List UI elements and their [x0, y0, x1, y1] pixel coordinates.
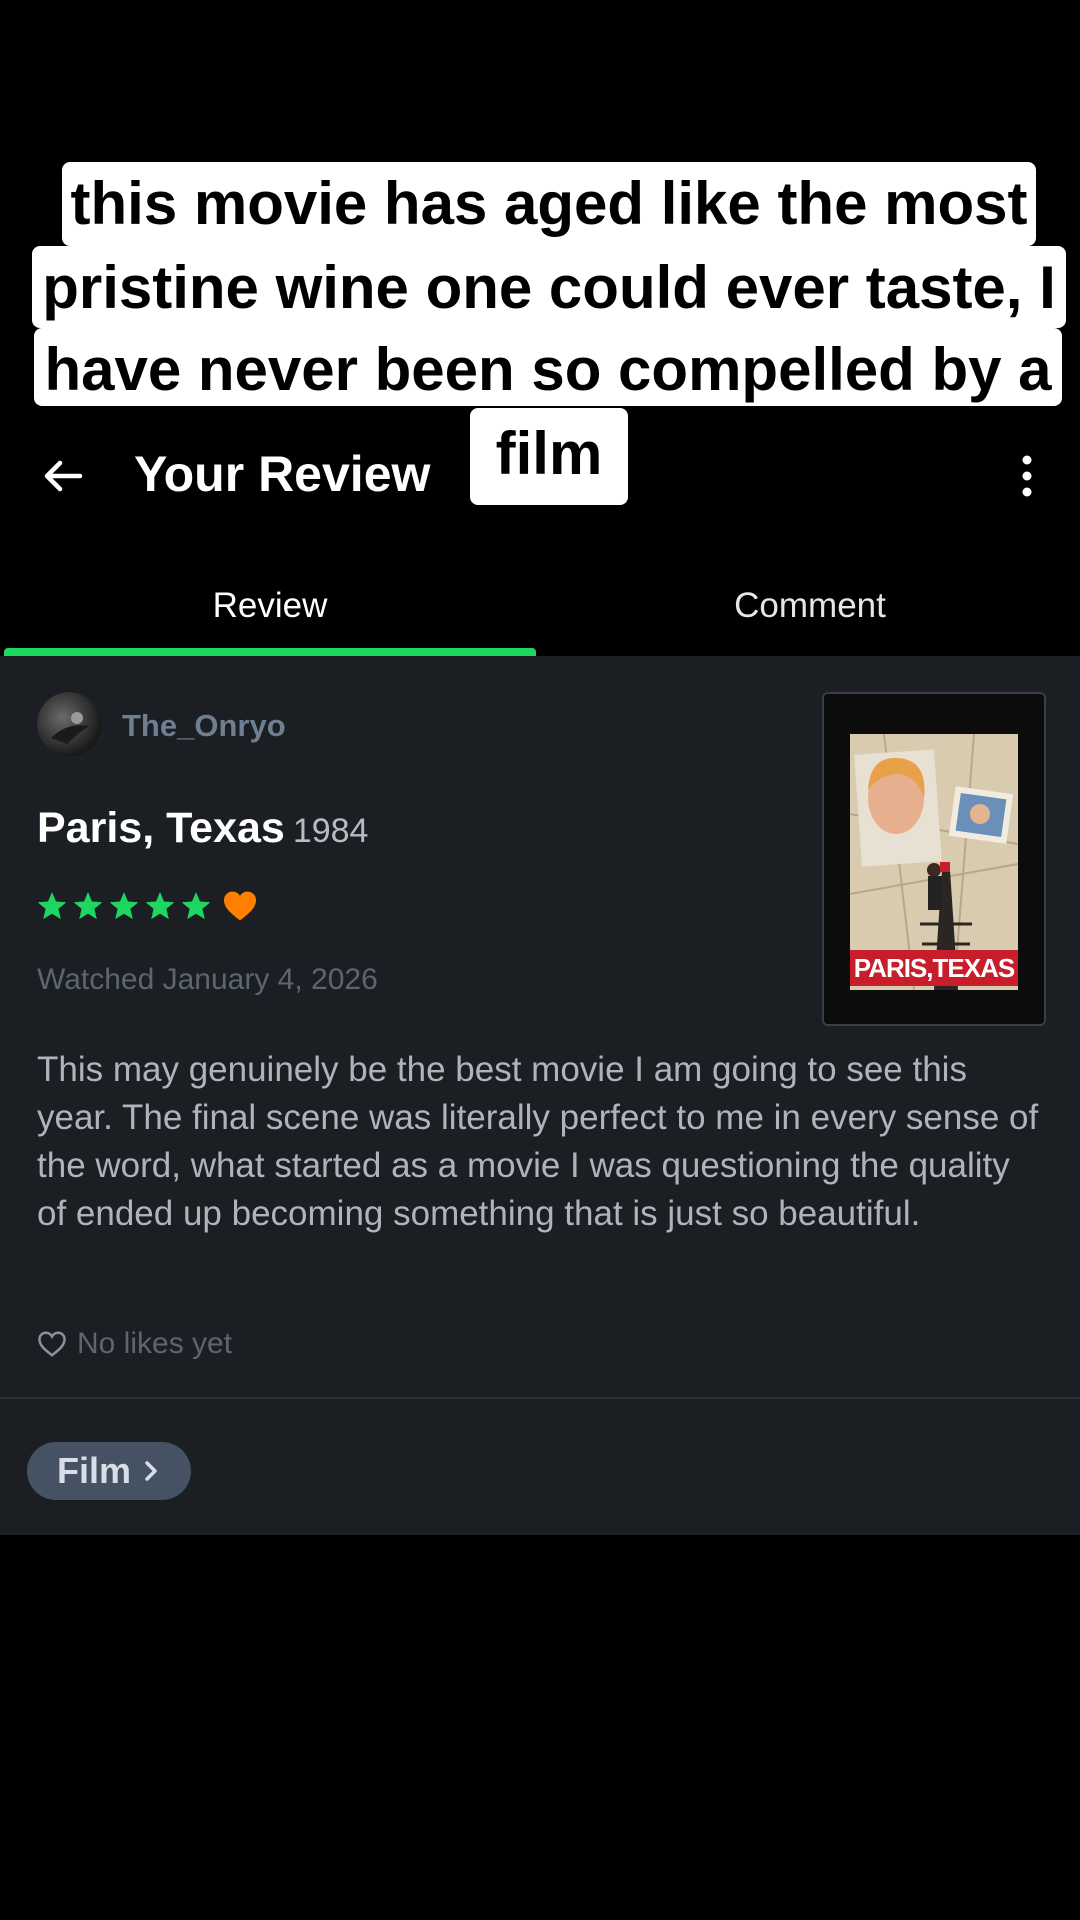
- star-icon: [145, 892, 175, 920]
- film-poster[interactable]: PARIS,TEXAS: [822, 692, 1046, 1026]
- star-rating: [36, 886, 258, 926]
- film-link-button[interactable]: Film: [27, 1442, 191, 1500]
- arrow-left-icon: [44, 460, 83, 492]
- poster-title-text: PARIS,TEXAS: [850, 950, 1018, 986]
- film-link-label: Film: [56, 1450, 131, 1491]
- username[interactable]: The_Onryo: [122, 706, 286, 746]
- star-icon: [181, 892, 211, 920]
- heart-icon: [224, 891, 256, 921]
- avatar[interactable]: [37, 692, 101, 756]
- star-icon: [109, 892, 139, 920]
- divider: [0, 1397, 1080, 1399]
- tab-comment[interactable]: Comment: [540, 560, 1080, 656]
- heart-outline-icon: [38, 1331, 66, 1357]
- star-icon: [37, 892, 67, 920]
- active-tab-indicator: [4, 648, 536, 656]
- tab-review[interactable]: Review: [4, 560, 536, 656]
- watched-date: Watched January 4, 2026: [37, 963, 378, 996]
- more-options-button[interactable]: [1010, 448, 1044, 504]
- caption-line: pristine wine one could ever taste, I: [32, 246, 1066, 328]
- caption-line: film: [470, 408, 628, 505]
- caption-line: this movie has aged like the most: [62, 162, 1036, 246]
- avatar-image: [37, 692, 101, 756]
- page-title: Your Review: [134, 446, 431, 502]
- film-year: 1984: [292, 812, 369, 850]
- back-button[interactable]: [36, 448, 92, 504]
- film-title-text: Paris, Texas: [37, 804, 285, 852]
- more-vertical-icon: [1022, 455, 1032, 497]
- likes-count: No likes yet: [77, 1327, 233, 1360]
- likes-row[interactable]: No likes yet: [37, 1322, 232, 1366]
- caption-line: have never been so compelled by a: [34, 328, 1062, 406]
- film-title[interactable]: Paris, Texas 1984: [37, 800, 368, 859]
- tab-bar: Review Comment: [0, 560, 1080, 656]
- star-icon: [73, 892, 103, 920]
- chevron-right-icon: [145, 1461, 157, 1481]
- review-body: This may genuinely be the best movie I a…: [37, 1050, 1039, 1233]
